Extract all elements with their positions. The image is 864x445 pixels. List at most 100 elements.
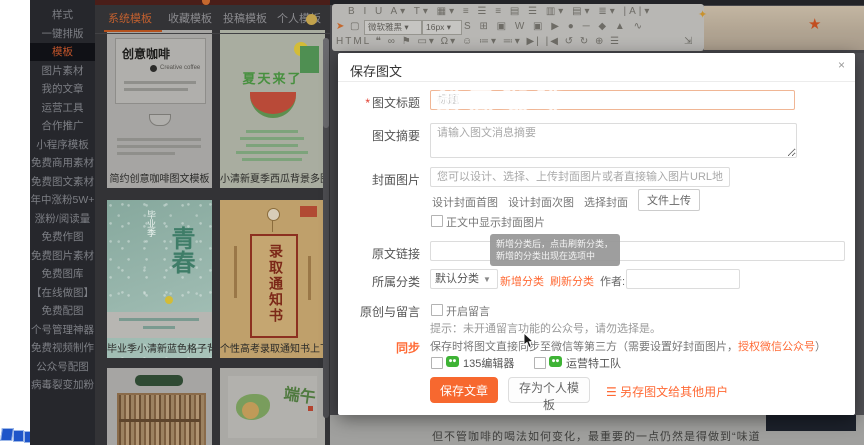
sync-135-checkbox[interactable] bbox=[431, 357, 443, 369]
sidebar: 样式 一键排版 模板 图片素材 我的文章 运营工具 合作推广 小程序模板 免费商… bbox=[30, 0, 95, 445]
sidebar-item-tools[interactable]: 运营工具 bbox=[30, 99, 95, 117]
file-upload-button[interactable]: 文件上传 bbox=[638, 189, 700, 211]
toolbar-row-2[interactable]: S ⊞ ▣ W ▣ ▶ ● ─ ◆ ▲ ∿ bbox=[464, 21, 645, 32]
tab-favorite-templates[interactable]: 收藏模板 bbox=[168, 10, 212, 26]
card-title: 创意咖啡 bbox=[122, 45, 170, 62]
sync-team-checkbox[interactable] bbox=[534, 357, 546, 369]
wechat-icon bbox=[446, 356, 459, 367]
sidebar-item-free-drawing[interactable]: 免费作图 bbox=[30, 228, 95, 246]
refresh-category-link[interactable]: 刷新分类 bbox=[550, 273, 594, 289]
sidebar-item-fans-reads[interactable]: 涨粉/阅读量 bbox=[30, 210, 95, 228]
sidebar-item-cooperation[interactable]: 合作推广 bbox=[30, 117, 95, 135]
template-panel: 系统模板 收藏模板 投稿模板 个人模板 创意咖啡 Creative coffee… bbox=[95, 0, 330, 445]
template-card-bookshelf[interactable] bbox=[107, 368, 212, 445]
sidebar-item-free-illustration[interactable]: 免费配图 bbox=[30, 302, 95, 320]
template-card-graduation[interactable]: 毕业季 青春 毕业季小清新蓝色格子背景 bbox=[107, 200, 212, 358]
show-cover-checkbox-label: 正文中显示封面图片 bbox=[446, 214, 545, 230]
sidebar-item-images[interactable]: 图片素材 bbox=[30, 62, 95, 80]
sidebar-item-fans-5w[interactable]: 年中涨粉5W+ bbox=[30, 191, 95, 209]
sync-text: 保存时将图文直接同步至微信等第三方（需要设置好封面图片， bbox=[430, 341, 738, 353]
new-doc-icon[interactable]: ▢ bbox=[350, 21, 359, 32]
title-input[interactable] bbox=[430, 90, 795, 110]
sidebar-item-one-key[interactable]: 一键排版 bbox=[30, 25, 95, 43]
fullscreen-icon[interactable]: ⇲ bbox=[684, 36, 692, 47]
sun-dot-icon bbox=[165, 296, 173, 304]
category-value: 默认分类 bbox=[435, 273, 479, 285]
design-cover-first-button[interactable]: 设计封面首图 bbox=[432, 194, 498, 210]
tab-system-templates[interactable]: 系统模板 bbox=[108, 10, 152, 26]
template-card-duanwu[interactable]: 端午 bbox=[220, 368, 325, 445]
card-art: 录取通知书 bbox=[250, 234, 298, 338]
zongzi-icon bbox=[242, 402, 259, 419]
cover-label: 封面图片 bbox=[338, 171, 420, 188]
list-icon: ☰ bbox=[606, 385, 617, 399]
editor-toolbar: B I U A▾ T▾ ▦▾ ≡ ☰ ≡ ▤ ☰ ▥▾ ▤▾ ≣▾ |A|▾ ➤… bbox=[332, 4, 704, 51]
toolbar-row-1[interactable]: B I U A▾ T▾ ▦▾ ≡ ☰ ≡ ▤ ☰ ▥▾ ▤▾ ≣▾ |A|▾ bbox=[348, 6, 652, 17]
template-card-coffee[interactable]: 创意咖啡 Creative coffee 简约创意咖啡图文模板 bbox=[107, 30, 212, 188]
card-art: 端午 bbox=[228, 376, 317, 438]
sidebar-item-free-commercial[interactable]: 免费商用素材 bbox=[30, 154, 95, 172]
tab-divider bbox=[95, 33, 330, 34]
font-size-value: 16px bbox=[426, 22, 444, 32]
sidebar-item-free-gallery[interactable]: 免费图库 bbox=[30, 265, 95, 283]
modal-divider bbox=[338, 81, 855, 82]
sidebar-item-my-articles[interactable]: 我的文章 bbox=[30, 80, 95, 98]
sidebar-item-miniprogram[interactable]: 小程序模板 bbox=[30, 136, 95, 154]
sidebar-item-official-images[interactable]: 公众号配图 bbox=[30, 358, 95, 376]
panel-scrollbar-thumb[interactable] bbox=[323, 38, 329, 128]
watermark-logo bbox=[0, 428, 14, 441]
card-art bbox=[107, 312, 212, 338]
watermelon-icon bbox=[250, 92, 296, 118]
font-size-select[interactable]: 16px ▾ bbox=[422, 20, 462, 35]
add-category-link[interactable]: 新增分类 bbox=[500, 273, 544, 289]
sync-description: 保存时将图文直接同步至微信等第三方（需要设置好封面图片，授权微信公众号） bbox=[430, 338, 826, 354]
panel-top-strip bbox=[95, 0, 330, 5]
save-as-personal-template-button[interactable]: 存为个人模板 bbox=[508, 377, 590, 403]
sidebar-item-online-design[interactable]: 【在线做图】 bbox=[30, 284, 95, 302]
cover-url-input[interactable] bbox=[430, 167, 730, 187]
card-art: 创意咖啡 Creative coffee bbox=[115, 38, 206, 104]
design-cover-second-button[interactable]: 设计封面次图 bbox=[508, 194, 574, 210]
bookshelf-image bbox=[117, 393, 206, 445]
sidebar-item-viral-fans[interactable]: 病毒裂变加粉 bbox=[30, 376, 95, 394]
green-chip bbox=[300, 46, 319, 73]
font-family-select[interactable]: 微软雅黑 ▾ bbox=[364, 20, 422, 35]
hint-text: 提示：未开通留言功能的公众号，请勿选择是。 bbox=[430, 320, 661, 336]
font-family-value: 微软雅黑 bbox=[368, 22, 402, 32]
show-cover-checkbox[interactable] bbox=[431, 215, 443, 227]
authorize-wechat-link[interactable]: 授权微信公众号 bbox=[738, 341, 815, 353]
toolbar-row-3[interactable]: HTML ❝ ∞ ⚑ ▭▾ Ω▾ ☺ ≔▾ ≕▾ ▶| |◀ ↺ ↻ ⊕ ☰ bbox=[336, 36, 621, 47]
category-select[interactable]: 默认分类▼ bbox=[430, 269, 498, 289]
choose-cover-button[interactable]: 选择封面 bbox=[584, 194, 628, 210]
summary-textarea[interactable] bbox=[430, 123, 797, 158]
template-card-admission[interactable]: 录取通知书 个性高考录取通知书上下滑 bbox=[220, 200, 325, 358]
sidebar-item-account-manager[interactable]: 个号管理神器 bbox=[30, 321, 95, 339]
enable-comment-checkbox[interactable] bbox=[431, 304, 443, 316]
card-caption: 个性高考录取通知书上下滑 bbox=[220, 340, 325, 355]
title-label: *图文标题 bbox=[338, 94, 420, 111]
save-for-other-user-link[interactable]: ☰ 另存图文给其他用户 bbox=[606, 383, 728, 400]
coffee-logo-icon bbox=[150, 65, 157, 72]
tab-submitted-templates[interactable]: 投稿模板 bbox=[223, 10, 267, 26]
sidebar-item-templates[interactable]: 模板 bbox=[30, 43, 95, 61]
sidebar-item-style[interactable]: 样式 bbox=[30, 6, 95, 24]
card-caption: 小清新夏季西瓜背景多图文 bbox=[220, 170, 325, 185]
save-for-other-user-label: 另存图文给其他用户 bbox=[620, 385, 728, 399]
active-tab-underline bbox=[104, 30, 162, 32]
beach-ball-icon bbox=[306, 14, 317, 25]
sidebar-item-free-material[interactable]: 免费图文素材 bbox=[30, 173, 95, 191]
send-icon[interactable]: ➤ bbox=[336, 21, 344, 32]
author-input[interactable] bbox=[626, 269, 740, 289]
original-comment-label: 原创与留言 bbox=[338, 303, 420, 320]
save-article-button[interactable]: 保存文章 bbox=[430, 377, 498, 403]
save-article-modal: 保存图文 × *图文标题 创意咖啡 图文摘要 封面图片 设计封面首图 设计封面次… bbox=[338, 53, 855, 415]
sync-team-label: 运营特工队 bbox=[566, 355, 621, 371]
envelope-button-icon bbox=[267, 208, 280, 221]
close-icon[interactable]: × bbox=[838, 58, 845, 72]
left-rail bbox=[0, 0, 31, 445]
sidebar-item-free-video[interactable]: 免费视频制作 bbox=[30, 339, 95, 357]
coffee-cup-sketch bbox=[149, 114, 171, 126]
sync-135-label: 135编辑器 bbox=[463, 355, 514, 371]
stamp-icon bbox=[300, 206, 317, 217]
sidebar-item-free-photos[interactable]: 免费图片素材 bbox=[30, 247, 95, 265]
